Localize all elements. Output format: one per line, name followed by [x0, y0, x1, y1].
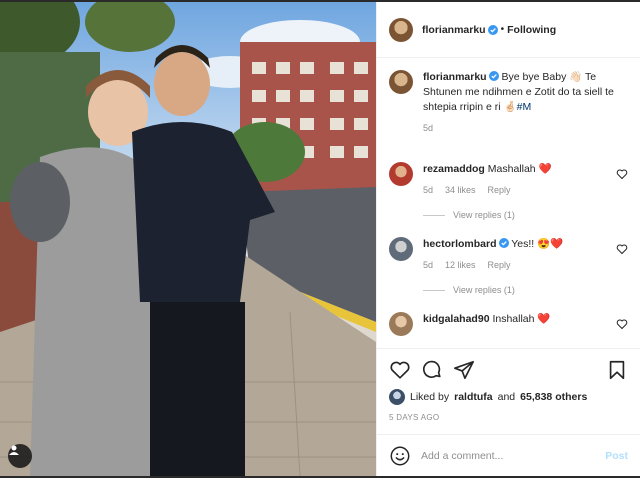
caption-username[interactable]: florianmarku — [423, 71, 487, 83]
author-username[interactable]: florianmarku — [422, 24, 486, 36]
emoji-icon[interactable] — [389, 445, 411, 467]
comment-text: Yes!! 😍❤️ — [511, 238, 564, 250]
caption-body: florianmarku Bye bye Baby 👋🏻 Te Shtunen … — [423, 70, 628, 136]
post-timestamp[interactable]: 5 DAYS AGO — [389, 413, 628, 422]
comment-text: Inshallah ❤️ — [492, 313, 551, 325]
comment-like-heart-icon[interactable] — [616, 168, 628, 180]
comment-body: kidgalahad90 Inshallah ❤️ — [423, 312, 628, 336]
caption-avatar[interactable] — [389, 70, 413, 94]
photo-illustration — [0, 2, 376, 476]
reply-button[interactable]: Reply — [488, 258, 511, 273]
author-avatar[interactable] — [389, 17, 413, 42]
view-replies-label: View replies (1) — [453, 285, 515, 295]
comment-meta: 5d 34 likes Reply — [423, 183, 614, 198]
comment-likes[interactable]: 34 likes — [445, 183, 476, 198]
liked-by-conjunction: and — [497, 391, 516, 403]
comment-age: 5d — [423, 185, 434, 195]
commenter-username[interactable]: kidgalahad90 — [423, 313, 490, 325]
reply-button[interactable]: Reply — [488, 183, 511, 198]
replies-divider — [423, 290, 445, 291]
comment-like-heart-icon[interactable] — [616, 318, 628, 330]
comment-body: hectorlombard Yes!! 😍❤️ 5d 12 likes Repl… — [423, 237, 628, 298]
comment-likes[interactable]: 12 likes — [445, 258, 476, 273]
header-separator: • — [500, 24, 505, 35]
caption-hashtag[interactable]: #M — [517, 101, 532, 113]
liked-by-others[interactable]: 65,838 others — [520, 391, 587, 403]
heart-icon[interactable] — [389, 359, 411, 381]
commenter-avatar[interactable] — [389, 162, 413, 186]
commenter-username[interactable]: rezamaddog — [423, 163, 485, 175]
view-replies-button[interactable]: View replies (1) — [423, 283, 614, 298]
post-modal: florianmarku • Following florianmarku By… — [0, 2, 640, 476]
action-icons — [389, 357, 628, 383]
view-replies-label: View replies (1) — [453, 210, 515, 220]
comment-body: rezamaddog Mashallah ❤️ 5d 34 likes Repl… — [423, 162, 628, 223]
following-button[interactable]: Following — [507, 24, 556, 36]
commenter-avatar[interactable] — [389, 237, 413, 261]
add-comment-bar: Post — [377, 434, 640, 476]
view-replies-button[interactable]: View replies (1) — [423, 208, 614, 223]
comment-item: kidgalahad90 Inshallah ❤️ — [389, 312, 628, 336]
user-tag-button[interactable] — [8, 444, 32, 468]
commenter-avatar[interactable] — [389, 312, 413, 336]
caption-age: 5d — [423, 123, 434, 133]
comment-meta: 5d 12 likes Reply — [423, 258, 614, 273]
caption-meta: 5d — [423, 121, 614, 136]
comment-icon[interactable] — [421, 359, 443, 381]
add-comment-input[interactable] — [421, 449, 596, 462]
user-tag-icon — [9, 445, 19, 455]
share-icon[interactable] — [453, 359, 475, 381]
comment-item: hectorlombard Yes!! 😍❤️ 5d 12 likes Repl… — [389, 237, 628, 298]
comment-like-heart-icon[interactable] — [616, 243, 628, 255]
liked-by-prefix: Liked by — [410, 391, 450, 403]
post-header: florianmarku • Following — [377, 2, 640, 58]
liked-by: Liked by raldtufa and 65,838 others — [389, 389, 628, 405]
verified-badge-icon — [487, 24, 498, 35]
comment-item: rezamaddog Mashallah ❤️ 5d 34 likes Repl… — [389, 162, 628, 223]
comments-list[interactable]: florianmarku Bye bye Baby 👋🏻 Te Shtunen … — [377, 58, 640, 348]
comment-age: 5d — [423, 260, 434, 270]
liked-by-avatar[interactable] — [389, 389, 405, 405]
comment-text: Mashallah ❤️ — [487, 163, 552, 175]
post-side-panel: florianmarku • Following florianmarku By… — [376, 2, 640, 476]
post-comment-button[interactable]: Post — [605, 450, 628, 462]
replies-divider — [423, 215, 445, 216]
caption: florianmarku Bye bye Baby 👋🏻 Te Shtunen … — [389, 70, 628, 136]
liked-by-user[interactable]: raldtufa — [454, 391, 493, 403]
post-actions: Liked by raldtufa and 65,838 others 5 DA… — [377, 348, 640, 434]
commenter-username[interactable]: hectorlombard — [423, 238, 497, 250]
bookmark-icon[interactable] — [606, 359, 628, 381]
verified-badge-icon — [498, 238, 509, 248]
post-photo[interactable] — [0, 2, 376, 476]
verified-badge-icon — [488, 71, 499, 81]
